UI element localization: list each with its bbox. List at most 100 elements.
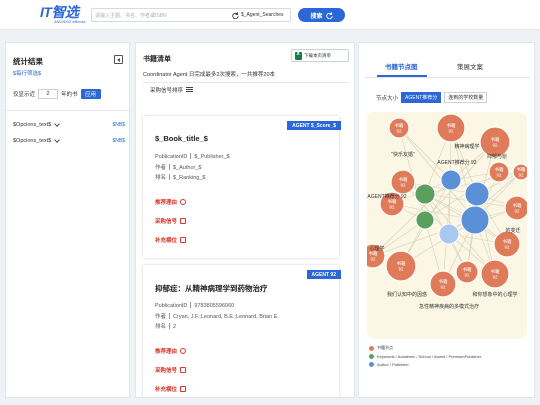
action-label: 补充横位 xyxy=(155,238,178,244)
legend-item: Keywords / Academic / School / Award / P… xyxy=(369,354,481,359)
entity-node[interactable] xyxy=(440,169,462,191)
facet-label: $Opcions_text$ xyxy=(13,122,52,128)
graph-label: AGENT推荐分 92 xyxy=(367,193,406,200)
book-node-score: 92 xyxy=(514,209,520,214)
divider xyxy=(365,77,530,78)
graph-label: "快乐友婚" xyxy=(391,151,415,158)
entity-node[interactable] xyxy=(438,223,460,245)
sort-icon xyxy=(186,87,194,93)
tab-book-graph[interactable]: 书籍节点图 xyxy=(385,61,418,71)
logo[interactable]: IT智选 ANGSKO eBooks xyxy=(40,5,86,25)
entity-node[interactable] xyxy=(464,181,490,207)
book-node-score: 92 xyxy=(370,257,376,262)
recommend-reason-button[interactable]: 推荐理由 xyxy=(155,198,187,206)
publication-row: PublicationID 9783805596060 xyxy=(155,302,234,309)
legend-item: 书籍节点 xyxy=(369,345,481,351)
graph-label: AGENT推荐分 92 xyxy=(437,159,476,166)
book-node-score: 92 xyxy=(398,267,404,272)
lightbulb-icon xyxy=(180,348,187,354)
book-node-score: 92 xyxy=(400,183,406,188)
book-node-score: 92 xyxy=(440,285,446,290)
agent-score-badge: AGENT $_Score_$ xyxy=(287,121,341,130)
year-filter-row: 仅显示近 2 年的书 应用 xyxy=(13,89,101,99)
apply-button[interactable]: 应用 xyxy=(80,89,101,99)
author-value: Cryan, J.F.;Leonard, B.E.;Leonard, Brian… xyxy=(173,314,279,320)
author-label: 作者 xyxy=(155,314,167,320)
agent-filter-chip[interactable]: $_Agent_Searches xyxy=(232,9,284,21)
book-card[interactable]: AGENT 92 抑郁症：从精神病理学到药物治疗 PublicationID 97… xyxy=(143,265,341,397)
legend-item: Author / Publisher xyxy=(369,362,481,367)
graph-legend: 书籍节点 Keywords / Academic / School / Awar… xyxy=(369,345,481,370)
sort-control[interactable]: 采购信号排序 xyxy=(150,86,194,94)
graph-label: 精神病理学 xyxy=(454,143,479,150)
rank-label: 排名 xyxy=(155,324,167,330)
legend-dot xyxy=(369,345,374,351)
publication-row: PublicationID $_Publisher_$ xyxy=(155,153,230,160)
refresh-icon xyxy=(232,11,239,19)
year-prefix: 仅显示近 xyxy=(13,92,36,98)
publication-label: PublicationID xyxy=(155,154,188,160)
year-input[interactable]: 2 xyxy=(38,89,59,99)
graph-label: 的变迁 xyxy=(505,227,520,234)
publication-label: PublicationID xyxy=(155,303,188,309)
statistics-title: 统计结果 xyxy=(13,57,43,66)
book-title[interactable]: $_Book_title_$ xyxy=(155,134,208,143)
divider xyxy=(143,82,349,83)
graph-panel: 书籍节点图 策展文案 节点大小 AGENT推荐分 连到的学校数量 书籍 92 书籍 9… xyxy=(358,42,535,398)
graph-canvas[interactable]: 书籍92书籍92书籍92书籍92书籍92书籍92书籍92书籍92书籍92 书籍92… xyxy=(367,112,527,339)
size-option-school-count[interactable]: 连到的学校数量 xyxy=(444,92,488,103)
logo-text: IT智选 xyxy=(40,4,79,20)
purchase-signal-button[interactable]: 采购信号 xyxy=(155,366,187,374)
book-list-panel: 书籍清单 下载本页清单 Coordinator Agent 日完成最多2次搜索，… xyxy=(135,42,355,398)
entity-node[interactable] xyxy=(415,210,435,230)
entity-node[interactable] xyxy=(460,205,490,235)
graph-label: 我们认知中的因惑 xyxy=(387,291,427,298)
facet-item[interactable]: $Opcions_text$ $NB$ xyxy=(13,136,125,146)
book-node-score: 92 xyxy=(389,205,395,210)
publication-value: 9783805596060 xyxy=(194,303,235,309)
book-card[interactable]: AGENT $_Score_$ $_Book_title_$ Publicati… xyxy=(143,116,341,258)
divider xyxy=(6,110,129,111)
legend-label: Author / Publisher xyxy=(377,362,409,367)
supplement-button[interactable]: 补充横位 xyxy=(155,385,187,393)
author-label: 作者 xyxy=(155,165,167,171)
search-button-label: 搜索 xyxy=(310,13,323,20)
graph-label: 抑郁与愈 xyxy=(487,153,507,160)
collapse-icon[interactable] xyxy=(114,55,123,64)
chevron-down-icon xyxy=(54,121,61,127)
graph-tabs: 书籍节点图 策展文案 xyxy=(359,61,536,78)
book-title[interactable]: 抑郁症：从精神病理学到药物治疗 xyxy=(155,283,268,294)
facet-item[interactable]: $Opcions_text$ $NB$ xyxy=(13,120,125,130)
download-list-button[interactable]: 下载本页清单 xyxy=(291,49,349,62)
rank-row: 排名 2 xyxy=(155,322,176,330)
search-button[interactable]: 搜索 xyxy=(298,8,345,22)
book-node-score: 92 xyxy=(448,129,454,134)
author-row: 作者 Cryan, J.F.;Leonard, B.E.;Leonard, Bri… xyxy=(155,312,279,320)
filter-label: $_Agent_Searches xyxy=(241,12,284,18)
legend-label: 书籍节点 xyxy=(377,345,393,350)
author-row: 作者 $_Author_$ xyxy=(155,163,201,171)
top-bar: IT智选 ANGSKO eBooks $_Agent_Searches 搜索 xyxy=(0,0,540,30)
book-node-score: 92 xyxy=(492,143,498,148)
search-input[interactable] xyxy=(95,10,225,21)
action-label: 采购信号 xyxy=(155,368,178,374)
facet-count: $NB$ xyxy=(112,138,125,144)
entity-node[interactable] xyxy=(414,183,436,205)
tab-curation-text[interactable]: 策展文案 xyxy=(457,61,483,71)
reset-filter-link[interactable]: $每行筛选$ xyxy=(13,69,41,77)
book-icon xyxy=(180,237,187,243)
cart-icon xyxy=(180,367,187,373)
publication-value: $_Publisher_$ xyxy=(194,154,230,160)
size-option-agent-score[interactable]: AGENT推荐分 xyxy=(401,92,442,103)
recommend-reason-button[interactable]: 推荐理由 xyxy=(155,347,187,355)
book-node-score: 92 xyxy=(496,173,502,178)
purchase-signal-button[interactable]: 采购信号 xyxy=(155,217,187,225)
rank-value: $_Ranking_$ xyxy=(173,175,206,181)
excel-icon xyxy=(295,51,302,60)
book-node-graph[interactable]: 书籍 92 书籍 92 书籍 92 书籍 92 书籍 92 书籍 92 书籍 92 书籍 92 书籍 92 书籍 92… xyxy=(367,112,527,339)
supplement-button[interactable]: 补充横位 xyxy=(155,236,187,244)
node-size-control: 节点大小 AGENT推荐分 连到的学校数量 xyxy=(376,92,488,103)
book-node-score: 92 xyxy=(396,129,402,134)
book-icon xyxy=(180,386,187,392)
facet-label: $Opcions_text$ xyxy=(13,138,52,144)
